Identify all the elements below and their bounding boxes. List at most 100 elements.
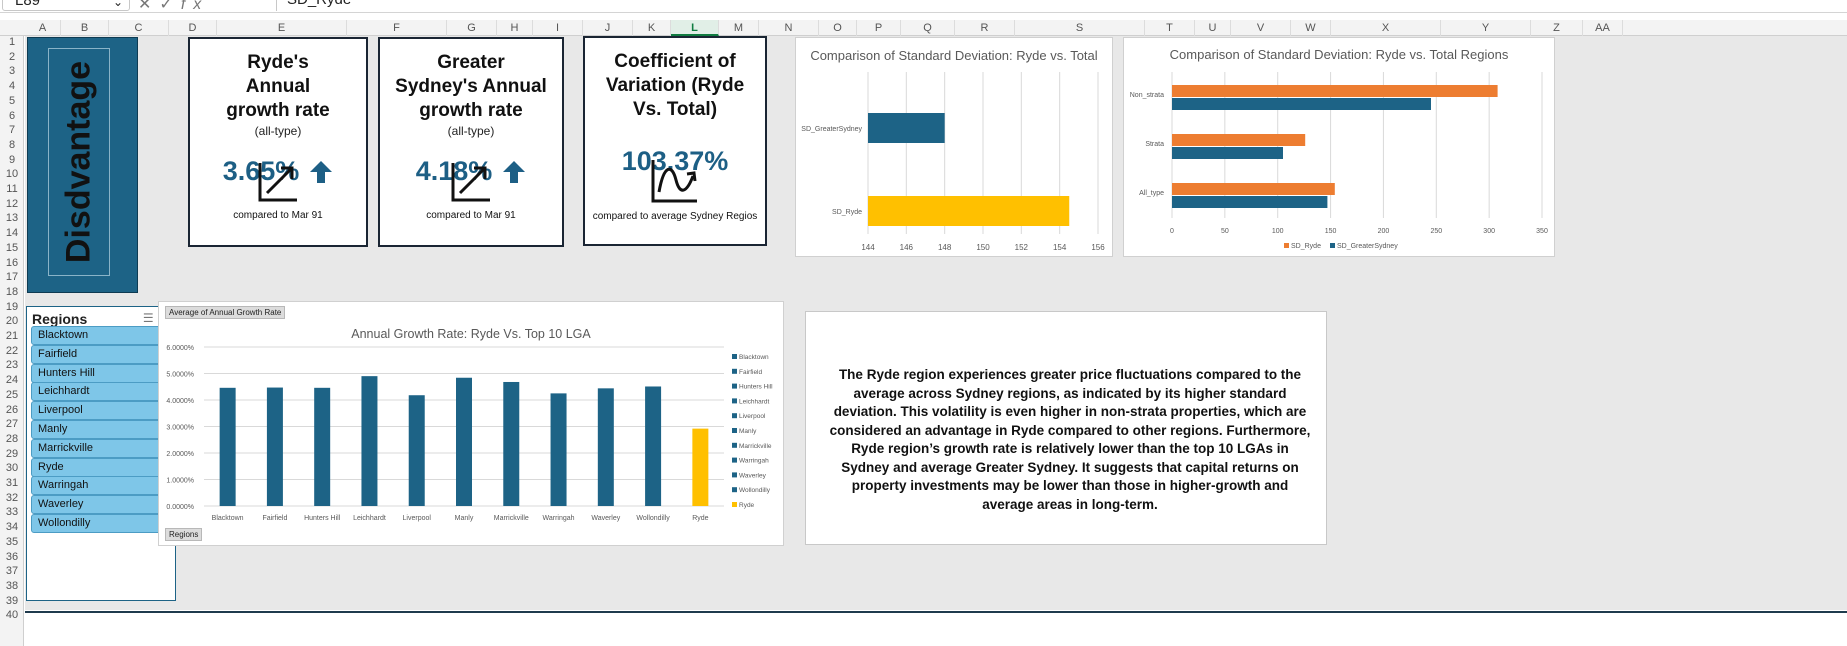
card-caption: compared to Mar 91 [233,210,323,221]
slicer-item-blacktown[interactable]: Blacktown [31,326,168,345]
column-header-a[interactable]: A [25,20,61,36]
row-header-15[interactable]: 15 [0,242,24,254]
row-header-8[interactable]: 8 [0,139,24,151]
row-header-31[interactable]: 31 [0,477,24,489]
slicer-item-wollondilly[interactable]: Wollondilly [31,514,168,533]
column-header-s[interactable]: S [1015,20,1145,36]
row-header-29[interactable]: 29 [0,448,24,460]
bar-waverley [597,388,614,506]
row-header-13[interactable]: 13 [0,212,24,224]
column-header-d[interactable]: D [169,20,217,36]
row-header-25[interactable]: 25 [0,389,24,401]
row-header-17[interactable]: 17 [0,271,24,283]
row-header-12[interactable]: 12 [0,198,24,210]
row-header-10[interactable]: 10 [0,168,24,180]
regions-slicer[interactable]: Regions ☰ ⊘ Blacktown Fairfield Hunters Hi… [26,306,176,601]
axis-field-button[interactable]: Regions [165,528,203,541]
row-header-34[interactable]: 34 [0,521,24,533]
row-header-39[interactable]: 39 [0,595,24,607]
row-header-30[interactable]: 30 [0,462,24,474]
row-header-36[interactable]: 36 [0,551,24,563]
column-header-h[interactable]: H [497,20,533,36]
row-header-21[interactable]: 21 [0,330,24,342]
column-header-u[interactable]: U [1195,20,1231,36]
row-header-40[interactable]: 40 [0,609,24,621]
bar-sd_greatersydney [868,113,945,143]
slicer-item-manly[interactable]: Manly [31,420,168,439]
column-header-v[interactable]: V [1231,20,1291,36]
annual-growth-chart[interactable]: Average of Annual Growth Rate Annual Gro… [158,301,784,546]
row-header-26[interactable]: 26 [0,404,24,416]
column-header-t[interactable]: T [1145,20,1195,36]
legend-label: SD_Ryde [1291,243,1321,250]
row-header-6[interactable]: 6 [0,110,24,122]
slicer-item-liverpool[interactable]: Liverpool [31,401,168,421]
column-header-c[interactable]: C [109,20,169,36]
row-header-4[interactable]: 4 [0,80,24,92]
column-header-n[interactable]: N [759,20,819,36]
slicer-item-waverley[interactable]: Waverley [31,495,168,515]
column-header-w[interactable]: W [1291,20,1331,36]
row-header-11[interactable]: 11 [0,183,24,195]
row-header-24[interactable]: 24 [0,374,24,386]
row-header-2[interactable]: 2 [0,51,24,63]
column-header-j[interactable]: J [583,20,633,36]
column-header-p[interactable]: P [857,20,901,36]
row-header-28[interactable]: 28 [0,433,24,445]
row-header-1[interactable]: 1 [0,36,24,48]
name-box-value: L89 [15,0,41,9]
row-header-35[interactable]: 35 [0,536,24,548]
row-header-9[interactable]: 9 [0,154,24,166]
row-header-7[interactable]: 7 [0,124,24,136]
slicer-item-leichhardt[interactable]: Leichhardt [31,382,168,402]
sd-ryde-vs-total-chart[interactable]: Comparison of Standard Deviation: Ryde v… [795,37,1113,257]
row-header-23[interactable]: 23 [0,359,24,371]
row-header-5[interactable]: 5 [0,95,24,107]
row-header-22[interactable]: 22 [0,345,24,357]
x-tick-label: 150 [976,243,990,252]
row-header-16[interactable]: 16 [0,257,24,269]
column-header-o[interactable]: O [819,20,857,36]
column-header-i[interactable]: I [533,20,583,36]
row-header-37[interactable]: 37 [0,565,24,577]
arrow-up-icon [310,160,333,183]
bar-liverpool [408,395,425,506]
column-header-aa[interactable]: AA [1583,20,1623,36]
name-box[interactable]: L89 ⌄ [2,0,130,11]
slicer-item-fairfield[interactable]: Fairfield [31,344,168,364]
row-header-32[interactable]: 32 [0,492,24,504]
row-header-3[interactable]: 3 [0,65,24,77]
row-header-20[interactable]: 20 [0,315,24,327]
formula-input[interactable]: SD_Ryde [276,0,1847,11]
row-header-27[interactable]: 27 [0,418,24,430]
sd-ryde-vs-regions-chart[interactable]: Comparison of Standard Deviation: Ryde v… [1123,37,1555,257]
slicer-item-marrickville[interactable]: Marrickville [31,438,168,458]
column-header-e[interactable]: E [217,20,347,36]
slicer-item-hunters-hill[interactable]: Hunters Hill [31,363,168,383]
y-tick-label: 0.0000% [166,504,194,511]
analysis-textbox[interactable]: The Ryde region experiences greater pric… [805,311,1327,545]
row-header-38[interactable]: 38 [0,580,24,592]
column-header-x[interactable]: X [1331,20,1441,36]
slicer-item-warringah[interactable]: Warringah [31,476,168,496]
column-header-y[interactable]: Y [1441,20,1531,36]
row-header-14[interactable]: 14 [0,227,24,239]
column-header-k[interactable]: K [633,20,671,36]
row-header-18[interactable]: 18 [0,286,24,298]
column-header-b[interactable]: B [61,20,109,36]
column-header-r[interactable]: R [955,20,1015,36]
x-tick-label: 150 [1325,228,1337,235]
legend-swatch [732,442,737,448]
chevron-down-icon[interactable]: ⌄ [113,0,123,11]
column-header-q[interactable]: Q [901,20,955,36]
column-header-m[interactable]: M [719,20,759,36]
column-header-l[interactable]: L [671,20,719,36]
row-header-33[interactable]: 33 [0,506,24,518]
column-header-g[interactable]: G [447,20,497,36]
row-header-19[interactable]: 19 [0,301,24,313]
legend-swatch [732,383,737,389]
slicer-item-ryde[interactable]: Ryde [31,457,168,477]
column-header-z[interactable]: Z [1531,20,1583,36]
disadvantage-banner: Disdvantage [27,37,138,293]
column-header-f[interactable]: F [347,20,447,36]
